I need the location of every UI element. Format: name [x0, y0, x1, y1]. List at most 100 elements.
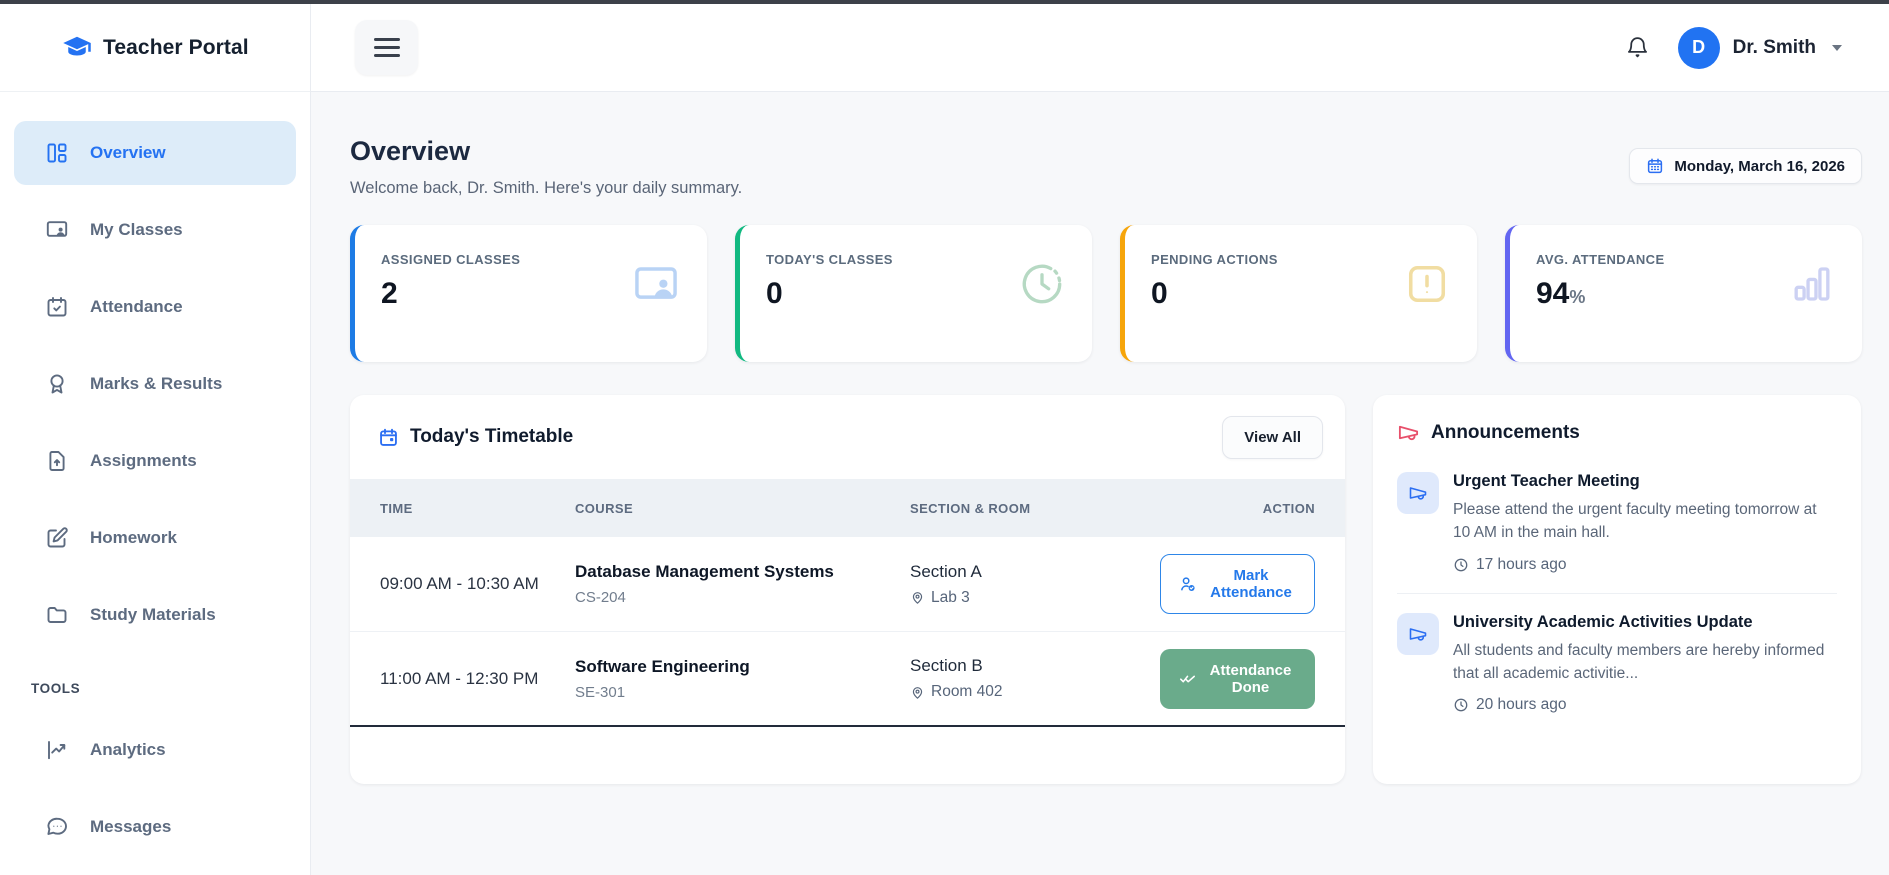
announcements-card: Announcements Urgent Teacher Meeting Ple… [1373, 395, 1861, 784]
announcement-body: All students and faculty members are her… [1453, 641, 1825, 682]
mark-attendance-button[interactable]: Mark Attendance [1160, 554, 1315, 614]
mark-attendance-label: Mark Attendance [1210, 567, 1292, 601]
hamburger-icon [373, 38, 400, 41]
stat-value: 2 [381, 277, 398, 310]
stat-card-assigned-classes: ASSIGNED CLASSES 2 [350, 225, 707, 362]
announcements-title: Announcements [1431, 421, 1580, 443]
page-title: Overview [350, 136, 471, 166]
page-subtitle: Welcome back, Dr. Smith. Here's your dai… [350, 179, 743, 197]
column-time: TIME [380, 500, 413, 516]
row-room: Room 402 [931, 683, 1003, 700]
sidebar-item-label: Marks & Results [90, 374, 223, 393]
bar-chart-icon [1787, 259, 1837, 309]
page-content: Overview Welcome back, Dr. Smith. Here's… [311, 92, 1889, 875]
user-name: Dr. Smith [1732, 36, 1816, 58]
row-course-code: CS-204 [575, 589, 626, 606]
graduation-cap-icon [62, 33, 92, 63]
clock-icon [1453, 557, 1469, 573]
list-item: Urgent Teacher Meeting Please attend the… [1397, 472, 1837, 574]
calendar-icon [378, 427, 399, 448]
megaphone-icon [1397, 612, 1439, 655]
row-course-code: SE-301 [575, 683, 626, 701]
sidebar-item-messages[interactable]: Messages [14, 795, 296, 859]
stat-card-todays-classes: TODAY'S CLASSES 0 [735, 225, 1092, 362]
sidebar-item-marks-results[interactable]: Marks & Results [14, 352, 296, 416]
row-course-name: Database Management Systems [575, 562, 834, 581]
announcement-body: Please attend the urgent faculty meeting… [1453, 501, 1817, 542]
sidebar-item-assignments[interactable]: Assignments [14, 429, 296, 493]
stat-suffix: % [1569, 287, 1586, 307]
avatar: D [1677, 26, 1720, 69]
alert-square-icon [1402, 259, 1452, 309]
announcement-time-ago: 20 hours ago [1476, 696, 1567, 713]
table-row: 09:00 AM - 10:30 AM Database Management … [350, 537, 1345, 632]
calendar-check-icon [45, 295, 69, 319]
sidebar: Teacher Portal Overview My Classes Atten… [0, 4, 311, 875]
announcement-title: Urgent Teacher Meeting [1453, 472, 1640, 490]
announcement-title: University Academic Activities Update [1453, 612, 1753, 631]
sidebar-item-overview[interactable]: Overview [14, 121, 296, 185]
chat-icon [45, 815, 69, 839]
sidebar-section-tools: TOOLS [31, 681, 81, 696]
view-all-button[interactable]: View All [1222, 415, 1323, 459]
calendar-icon [1646, 157, 1664, 175]
sidebar-item-label: Attendance [90, 297, 183, 316]
screen-user-icon [630, 259, 682, 311]
notifications-button[interactable] [1625, 35, 1650, 60]
attendance-done-button[interactable]: Attendance Done [1160, 648, 1315, 709]
column-action: ACTION [1262, 500, 1315, 516]
stat-card-avg-attendance: AVG. ATTENDANCE 94% [1505, 225, 1862, 362]
sidebar-item-label: My Classes [90, 220, 183, 239]
date-chip[interactable]: Monday, March 16, 2026 [1629, 148, 1862, 184]
stat-card-pending-actions: PENDING ACTIONS 0 [1120, 225, 1477, 362]
app-title: Teacher Portal [103, 35, 249, 59]
sidebar-toggle-button[interactable] [355, 20, 418, 75]
list-item: University Academic Activities Update Al… [1397, 612, 1837, 715]
app-root: Teacher Portal Overview My Classes Atten… [0, 4, 1889, 875]
timetable-card: Today's Timetable View All TIME COURSE S… [350, 395, 1345, 784]
double-check-icon [1179, 670, 1196, 687]
sidebar-item-homework[interactable]: Homework [14, 506, 296, 570]
stat-value: 0 [766, 277, 783, 310]
bell-icon [1625, 35, 1650, 60]
page-head: Overview Welcome back, Dr. Smith. Here's… [350, 136, 1862, 198]
dashboard-icon [45, 141, 69, 165]
row-section: Section A [910, 561, 982, 581]
file-upload-icon [45, 449, 69, 473]
sidebar-nav: Overview My Classes Attendance Marks & R… [0, 92, 310, 872]
stat-value: 94 [1536, 277, 1570, 310]
timetable-header: Today's Timetable View All [350, 395, 1345, 479]
megaphone-icon [1397, 421, 1420, 444]
timetable-title: Today's Timetable [410, 426, 574, 447]
announcement-time-ago: 17 hours ago [1476, 555, 1567, 573]
brand: Teacher Portal [0, 4, 310, 92]
attendance-done-label: Attendance Done [1209, 661, 1292, 696]
sidebar-item-label: Assignments [90, 451, 197, 470]
user-menu[interactable]: D Dr. Smith [1677, 26, 1842, 69]
map-pin-icon [910, 590, 925, 605]
sidebar-item-my-classes[interactable]: My Classes [14, 198, 296, 262]
sidebar-item-label: Messages [90, 817, 172, 836]
clock-icon [1017, 259, 1067, 309]
column-course: COURSE [575, 500, 634, 516]
stat-cards: ASSIGNED CLASSES 2 TODAY'S CLASSES 0 PEN… [350, 225, 1862, 362]
stat-value: 0 [1151, 277, 1168, 310]
sidebar-item-analytics[interactable]: Analytics [14, 718, 296, 782]
sidebar-item-study-materials[interactable]: Study Materials [14, 583, 296, 647]
medal-icon [45, 372, 69, 396]
sidebar-item-label: Analytics [90, 740, 166, 759]
row-course-name: Software Engineering [575, 656, 750, 676]
screen-user-icon [45, 218, 69, 242]
top-header: D Dr. Smith [311, 4, 1889, 92]
table-row: 11:00 AM - 12:30 PM Software Engineering… [350, 632, 1345, 727]
map-pin-icon [910, 685, 925, 700]
chevron-down-icon [1832, 44, 1842, 51]
row-time: 09:00 AM - 10:30 AM [380, 574, 539, 593]
main-column: D Dr. Smith Overview Welcome back, Dr. S… [311, 4, 1889, 875]
line-chart-icon [45, 738, 69, 762]
clock-icon [1453, 697, 1469, 713]
sidebar-item-attendance[interactable]: Attendance [14, 275, 296, 339]
row-time: 11:00 AM - 12:30 PM [380, 668, 539, 688]
row-room: Lab 3 [931, 588, 970, 606]
column-section-room: SECTION & ROOM [910, 500, 1031, 516]
